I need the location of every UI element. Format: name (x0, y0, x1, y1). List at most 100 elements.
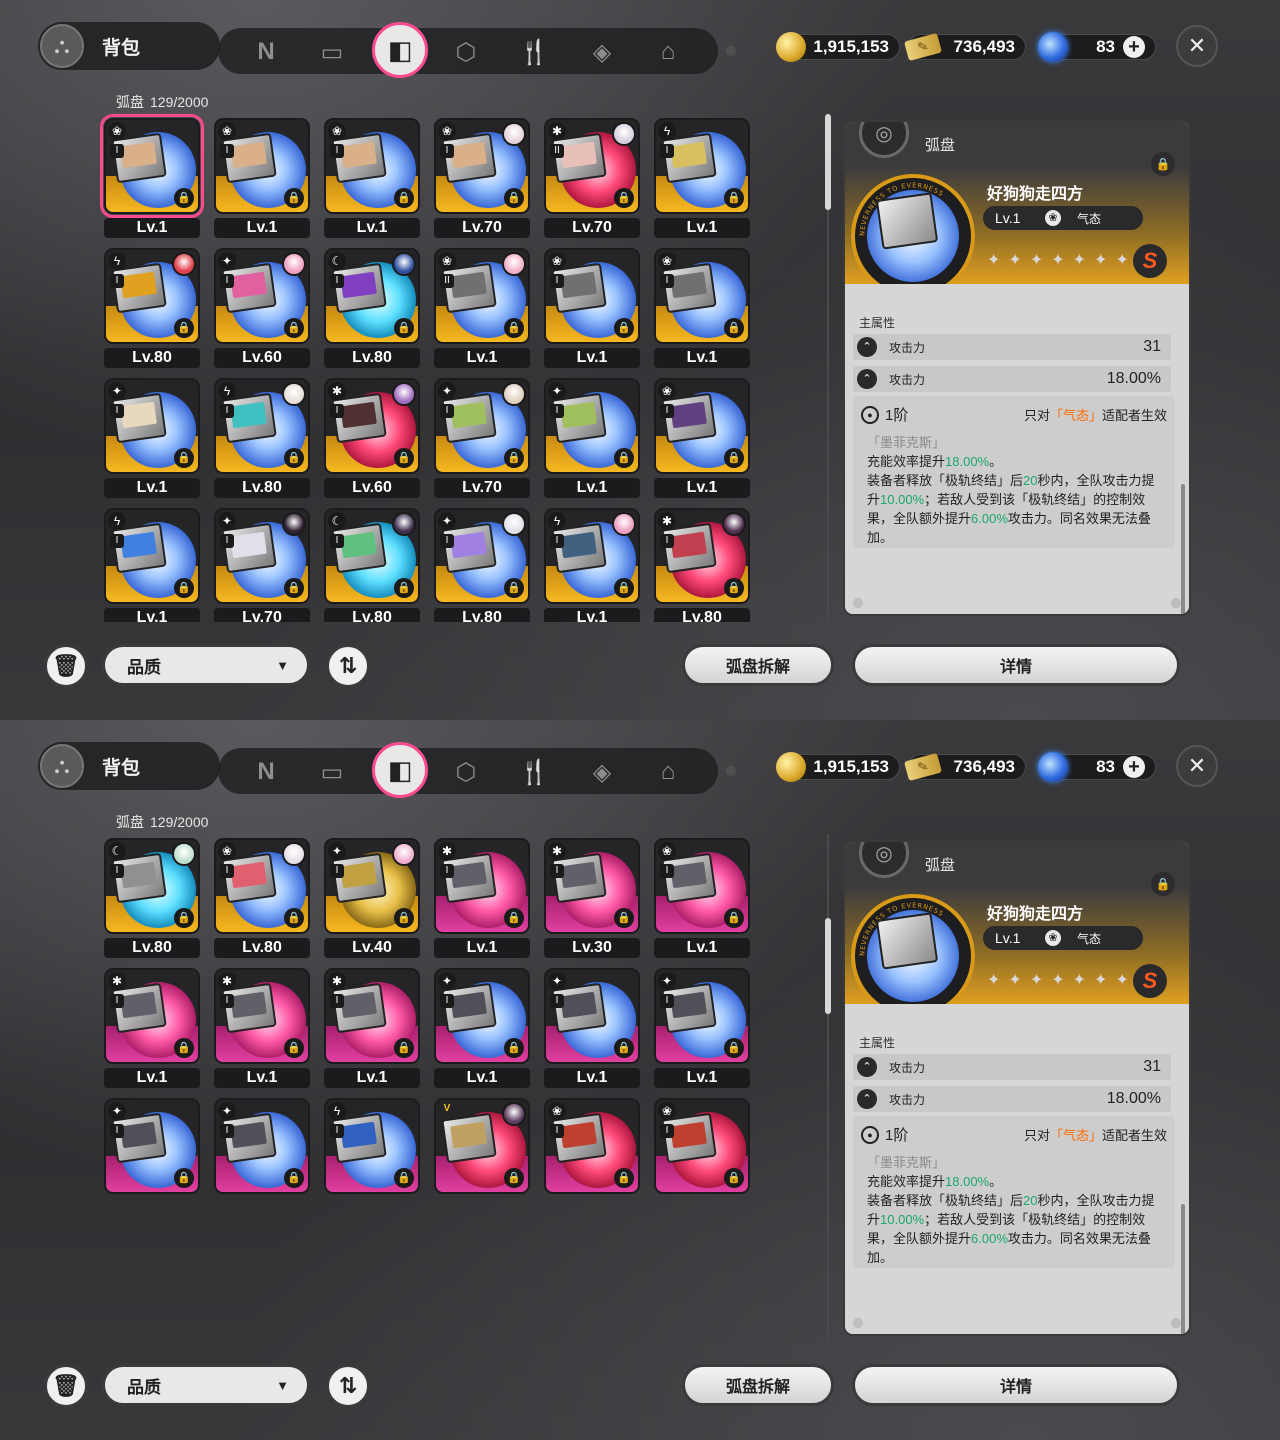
sort-quality-dropdown[interactable]: 品质 ▼ (102, 1364, 310, 1406)
disc-cell[interactable]: ✦ I 🔒 Lv.40 (316, 834, 420, 960)
grid-scrollbar[interactable] (825, 834, 831, 1342)
disc-cell[interactable]: ☾ I 🔒 Lv.80 (316, 244, 420, 370)
drive-disc-card[interactable]: ✦ I 🔒 (214, 248, 310, 344)
drive-disc-card[interactable]: ✦ I 🔒 (654, 968, 750, 1064)
detail-scrollbar[interactable] (1181, 1204, 1185, 1334)
add-gems-button[interactable]: + (1123, 36, 1145, 58)
drive-disc-card[interactable]: ϟ I 🔒 (104, 248, 200, 344)
discard-button[interactable]: 🗑 (44, 1364, 88, 1408)
drive-disc-card[interactable]: ϟ I 🔒 (104, 508, 200, 604)
drive-disc-card[interactable]: ❀ I 🔒 (654, 1098, 750, 1194)
details-button[interactable]: 详情 (852, 644, 1180, 686)
disc-cell[interactable]: ✦ I 🔒 (206, 1094, 310, 1220)
disc-cell[interactable]: ✱ I 🔒 Lv.1 (96, 964, 200, 1090)
drive-disc-card[interactable]: ☾ I 🔒 (324, 248, 420, 344)
drive-disc-card[interactable]: ✱ II 🔒 (544, 118, 640, 214)
drive-disc-card[interactable]: ϟ I 🔒 (654, 118, 750, 214)
tab-drive-disc[interactable]: ◧ (372, 22, 428, 78)
tab-materials[interactable]: ⬡ (448, 34, 484, 70)
disc-cell[interactable]: ❀ I 🔒 Lv.1 (646, 374, 750, 500)
disc-cell[interactable]: ϟ I 🔒 Lv.1 (646, 114, 750, 240)
disc-cell[interactable]: ✱ I 🔒 Lv.60 (316, 374, 420, 500)
drive-disc-card[interactable]: ☾ I 🔒 (104, 838, 200, 934)
drive-disc-card[interactable]: ϟ I 🔒 (324, 1098, 420, 1194)
tab-food[interactable]: 🍴 (516, 34, 552, 70)
drive-disc-card[interactable]: ϟ I 🔒 (544, 508, 640, 604)
disc-cell[interactable]: ❀ I 🔒 Lv.1 (316, 114, 420, 240)
disc-cell[interactable]: ☾ I 🔒 Lv.80 (316, 504, 420, 622)
disc-cell[interactable]: ϟ I 🔒 Lv.80 (206, 374, 310, 500)
lock-toggle[interactable]: 🔒 (1151, 152, 1175, 176)
drive-disc-card[interactable]: ❀ II 🔒 (434, 248, 530, 344)
disc-cell[interactable]: ✱ I 🔒 Lv.1 (206, 964, 310, 1090)
drive-disc-card[interactable]: ✦ I 🔒 (214, 1098, 310, 1194)
grid-scrollbar[interactable] (825, 114, 831, 622)
disc-cell[interactable]: ϟ I 🔒 (316, 1094, 420, 1220)
tab-agent[interactable]: N (248, 34, 284, 70)
drive-disc-card[interactable]: ✱ I 🔒 (104, 968, 200, 1064)
drive-disc-card[interactable]: ❀ I 🔒 (100, 114, 204, 218)
disc-cell[interactable]: ✦ I 🔒 Lv.1 (426, 964, 530, 1090)
disc-cell[interactable]: ✱ I 🔒 Lv.1 (316, 964, 420, 1090)
add-gems-button[interactable]: + (1123, 756, 1145, 778)
disc-cell[interactable]: ϟ I 🔒 Lv.80 (96, 244, 200, 370)
disc-cell[interactable]: ✦ I 🔒 Lv.80 (426, 504, 530, 622)
disc-cell[interactable]: ϟ I 🔒 Lv.1 (536, 504, 640, 622)
drive-disc-card[interactable]: ❀ I 🔒 (324, 118, 420, 214)
disc-cell[interactable]: ✦ I 🔒 Lv.70 (426, 374, 530, 500)
disc-cell[interactable]: ✦ I 🔒 Lv.1 (536, 964, 640, 1090)
drive-disc-card[interactable]: ❀ I 🔒 (654, 248, 750, 344)
drive-disc-card[interactable]: ❀ I 🔒 (544, 248, 640, 344)
drive-disc-card[interactable]: ✦ I 🔒 (104, 1098, 200, 1194)
discard-button[interactable]: 🗑 (44, 644, 88, 688)
disc-cell[interactable]: ✦ I 🔒 Lv.70 (206, 504, 310, 622)
grid-scroll-thumb[interactable] (825, 114, 831, 210)
disc-cell[interactable]: ❀ I 🔒 Lv.1 (646, 834, 750, 960)
disc-cell[interactable]: ✱ I 🔒 Lv.80 (646, 504, 750, 622)
drive-disc-card[interactable]: ✦ I 🔒 (544, 968, 640, 1064)
drive-disc-card[interactable]: V 🔒 (434, 1098, 530, 1194)
drive-disc-card[interactable]: ✱ I 🔒 (214, 968, 310, 1064)
disc-cell[interactable]: ❀ I 🔒 Lv.1 (206, 114, 310, 240)
drive-disc-card[interactable]: ✦ I 🔒 (214, 508, 310, 604)
disc-cell[interactable]: ☾ I 🔒 Lv.80 (96, 834, 200, 960)
tab-home[interactable]: ⌂ (650, 754, 686, 790)
disc-cell[interactable]: ❀ I 🔒 (646, 1094, 750, 1220)
drive-disc-card[interactable]: ✱ I 🔒 (324, 378, 420, 474)
tab-items[interactable]: ◈ (584, 34, 620, 70)
disc-cell[interactable]: ✦ I 🔒 Lv.1 (646, 964, 750, 1090)
disc-cell[interactable]: ❀ I 🔒 Lv.70 (426, 114, 530, 240)
drive-disc-card[interactable]: ❀ I 🔒 (434, 118, 530, 214)
detail-scrollbar[interactable] (1181, 484, 1185, 614)
close-button[interactable]: ✕ (1176, 745, 1218, 787)
tab-drive-disc[interactable]: ◧ (372, 742, 428, 798)
lock-toggle[interactable]: 🔒 (1151, 872, 1175, 896)
disc-cell[interactable]: ❀ I 🔒 Lv.1 (646, 244, 750, 370)
drive-disc-card[interactable]: ✱ I 🔒 (654, 508, 750, 604)
disc-cell[interactable]: ❀ I 🔒 Lv.1 (96, 114, 204, 240)
disc-cell[interactable]: ❀ I 🔒 (536, 1094, 640, 1220)
drive-disc-card[interactable]: ❀ I 🔒 (654, 838, 750, 934)
sort-quality-dropdown[interactable]: 品质 ▼ (102, 644, 310, 686)
disc-cell[interactable]: V 🔒 (426, 1094, 530, 1220)
tab-materials[interactable]: ⬡ (448, 754, 484, 790)
drive-disc-card[interactable]: ✦ I 🔒 (544, 378, 640, 474)
drive-disc-card[interactable]: ϟ I 🔒 (214, 378, 310, 474)
drive-disc-card[interactable]: ✱ I 🔒 (324, 968, 420, 1064)
details-button[interactable]: 详情 (852, 1364, 1180, 1406)
disc-cell[interactable]: ✦ I 🔒 Lv.60 (206, 244, 310, 370)
drive-disc-card[interactable]: ☾ I 🔒 (324, 508, 420, 604)
drive-disc-card[interactable]: ✦ I 🔒 (434, 378, 530, 474)
close-button[interactable]: ✕ (1176, 25, 1218, 67)
disc-cell[interactable]: ✱ I 🔒 Lv.1 (426, 834, 530, 960)
tab-wengine[interactable]: ▭ (314, 34, 350, 70)
tab-agent[interactable]: N (248, 754, 284, 790)
disc-cell[interactable]: ✦ I 🔒 Lv.1 (536, 374, 640, 500)
tab-items[interactable]: ◈ (584, 754, 620, 790)
drive-disc-card[interactable]: ✦ I 🔒 (324, 838, 420, 934)
drive-disc-card[interactable]: ✱ I 🔒 (544, 838, 640, 934)
tab-food[interactable]: 🍴 (516, 754, 552, 790)
tab-wengine[interactable]: ▭ (314, 754, 350, 790)
drive-disc-card[interactable]: ❀ I 🔒 (214, 118, 310, 214)
grid-scroll-thumb[interactable] (825, 918, 831, 1014)
